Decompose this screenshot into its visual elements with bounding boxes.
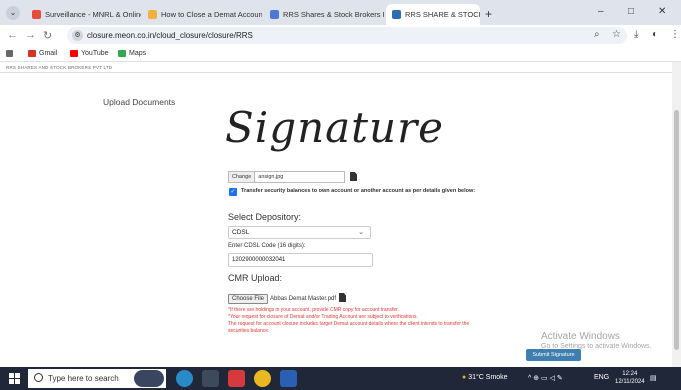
activate-windows-watermark: Activate Windows Go to Settings to activ…	[541, 331, 652, 350]
back-icon[interactable]: ←	[7, 29, 18, 41]
depository-select[interactable]: CDSL ⌄	[228, 226, 371, 239]
tray-icons[interactable]: ^ ⊕ ▭ ◁ ✎	[528, 374, 563, 382]
weather-text: 31°C Smoke	[468, 374, 508, 381]
notification-icon[interactable]: ▤	[650, 374, 657, 382]
signature-filename: ansign.jpg	[258, 174, 284, 180]
search-placeholder: Type here to search	[48, 374, 119, 383]
clock-time: 12:24	[622, 371, 638, 377]
cmr-file-input[interactable]: Choose File Abbas Demat Master.pdf	[228, 294, 336, 304]
select-depository-label: Select Depository:	[228, 212, 302, 222]
bookmarks-bar: Gmail YouTube Maps	[0, 47, 681, 62]
note-line: *If there are holdings in your account, …	[228, 307, 399, 313]
tab-surveillance[interactable]: Surveillance - MNRL & Online · ✕	[26, 4, 141, 25]
cdsl-code-value: 1202900000032041	[232, 257, 286, 263]
rrs-favicon-icon	[270, 10, 279, 19]
header-divider	[0, 72, 672, 73]
closure-notes: *If there are holdings in your account, …	[228, 307, 473, 335]
tab-label: Surveillance - MNRL & Online ·	[45, 10, 141, 19]
windows-start-icon[interactable]	[9, 373, 20, 384]
word-icon[interactable]	[280, 370, 297, 387]
chevron-down-icon: ⌄	[358, 229, 364, 236]
tab-label: RRS Shares & Stock Brokers Pv	[283, 10, 384, 19]
note-line: The request for account closure includes…	[228, 321, 470, 334]
url-text: closure.meon.co.in/cloud_closure/closure…	[87, 31, 253, 40]
cmr-filename: Abbas Demat Master.pdf	[270, 296, 337, 302]
cdsl-code-label: Enter CDSL Code (16 digits):	[228, 243, 306, 249]
search-icon	[34, 373, 43, 382]
bookmark-label: Maps	[129, 50, 147, 57]
address-bar[interactable]: ⚙ closure.meon.co.in/cloud_closure/closu…	[67, 27, 627, 44]
cmr-upload-label: CMR Upload:	[228, 273, 283, 283]
meon-favicon-icon	[392, 10, 401, 19]
weather-widget[interactable]: ● 31°C Smoke	[462, 374, 508, 381]
document-icon[interactable]	[350, 172, 357, 181]
extension-icon[interactable]: ◐	[652, 29, 658, 40]
transfer-checkbox[interactable]: ✓	[229, 188, 237, 196]
article-favicon-icon	[148, 10, 157, 19]
chrome-icon[interactable]	[254, 370, 271, 387]
close-window-button[interactable]: ✕	[658, 6, 666, 17]
minimize-button[interactable]: –	[598, 6, 604, 17]
edge-icon[interactable]	[176, 370, 193, 387]
note-line: *Your request for closure of Demat and/o…	[228, 314, 418, 320]
clock[interactable]: 12:24 12/11/2024	[615, 370, 645, 386]
signature-preview: Signature	[225, 103, 445, 152]
clock-date: 12/11/2024	[615, 379, 645, 385]
bookmark-maps[interactable]: Maps	[118, 50, 146, 57]
scrollbar-thumb[interactable]	[674, 110, 679, 350]
watermark-title: Activate Windows	[541, 331, 620, 342]
menu-icon[interactable]: ⋮	[670, 29, 680, 40]
choose-file-button[interactable]: Choose File	[228, 294, 269, 304]
tab-how-to-close[interactable]: How to Close a Demat Accoun ✕	[142, 4, 262, 25]
weather-icon: ●	[462, 374, 467, 381]
bookmark-youtube[interactable]: YouTube	[70, 50, 109, 57]
zoom-icon[interactable]: ⌕	[594, 29, 600, 40]
forward-icon[interactable]: →	[25, 29, 36, 41]
site-info-icon[interactable]: ⚙	[72, 30, 83, 41]
maps-icon	[118, 50, 126, 57]
cortana-image-icon[interactable]	[134, 370, 164, 387]
tab-rrs-active[interactable]: RRS SHARE & STOCK BROKERS ✕	[386, 4, 480, 25]
bookmark-gmail[interactable]: Gmail	[28, 50, 57, 57]
tab-search-button[interactable]: ⌄	[6, 6, 20, 20]
change-file-button[interactable]: Change	[229, 172, 256, 182]
brand-name: RRS SHARES AND STOCK BROKERS PVT LTD	[6, 65, 113, 70]
apps-icon[interactable]	[6, 50, 13, 57]
language-indicator[interactable]: ENG	[594, 374, 609, 381]
gmail-favicon-icon	[32, 10, 41, 19]
app-icon[interactable]	[228, 370, 245, 387]
tab-label: RRS SHARE & STOCK BROKERS	[405, 10, 480, 19]
tab-label: How to Close a Demat Accoun	[161, 10, 262, 19]
bookmark-label: YouTube	[81, 50, 109, 57]
reload-icon[interactable]: ↻	[43, 29, 52, 42]
photos-icon[interactable]	[202, 370, 219, 387]
depository-value: CDSL	[232, 229, 250, 236]
cdsl-code-input[interactable]: 1202900000032041	[228, 253, 373, 267]
download-icon[interactable]: ⤓	[634, 29, 638, 40]
submit-signature-button[interactable]: Submit Signature	[526, 349, 581, 361]
bookmark-label: Gmail	[39, 50, 58, 57]
upload-documents-title: Upload Documents	[103, 97, 176, 107]
signature-file-input[interactable]: Change ansign.jpg	[228, 171, 345, 183]
tab-rrs-shares[interactable]: RRS Shares & Stock Brokers Pv ✕	[264, 4, 384, 25]
maximize-button[interactable]: □	[628, 6, 634, 17]
bookmark-star-icon[interactable]: ☆	[612, 29, 621, 40]
transfer-checkbox-label: Transfer security balances to own accoun…	[241, 188, 476, 194]
document-icon[interactable]	[339, 293, 346, 302]
new-tab-button[interactable]: +	[485, 7, 492, 21]
gmail-icon	[28, 50, 36, 57]
youtube-icon	[70, 50, 78, 57]
